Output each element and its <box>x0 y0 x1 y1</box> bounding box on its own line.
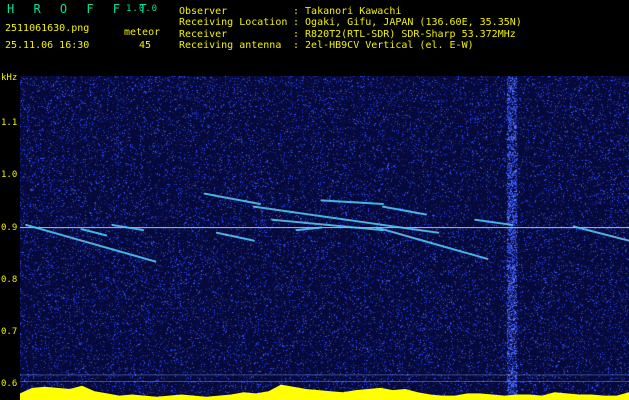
receiver-label: Receiver <box>179 29 228 40</box>
observer-value: : Takanori Kawachi <box>293 6 402 17</box>
y-tick-label: 1.0 <box>1 170 18 181</box>
y-tick-label: 0.8 <box>1 274 18 285</box>
y-tick-label: 1.1 <box>1 118 18 129</box>
spectrogram-overlay <box>20 76 629 400</box>
location-value: : Ogaki, Gifu, JAPAN (136.60E, 35.35N) <box>293 17 522 28</box>
meteor-echo <box>80 228 108 237</box>
file-name: 2511061630.png <box>5 23 90 34</box>
y-tick-label: 0.9 <box>1 222 18 233</box>
observer-label: Observer <box>179 6 228 17</box>
y-tick-label: 0.7 <box>1 327 18 338</box>
timestamp: 25.11.06 16:30 <box>5 40 90 51</box>
meteor-count: 45 <box>139 40 152 51</box>
meteor-label: meteor <box>124 27 161 38</box>
activity-histogram <box>20 384 629 400</box>
app-version: 1.0.0 <box>126 4 159 14</box>
meteor-echo <box>381 205 427 216</box>
y-tick-label: 0.6 <box>1 379 18 390</box>
antenna-label: Receiving antenna <box>179 40 282 51</box>
y-axis-unit: kHz <box>1 73 18 83</box>
antenna-value: : 2el-HB9CV Vertical (el. E-W) <box>293 40 474 51</box>
spectrogram <box>20 76 629 400</box>
location-label: Receiving Location <box>179 17 288 28</box>
receiver-value: : R820T2(RTL-SDR) SDR-Sharp 53.372MHz <box>293 29 516 40</box>
